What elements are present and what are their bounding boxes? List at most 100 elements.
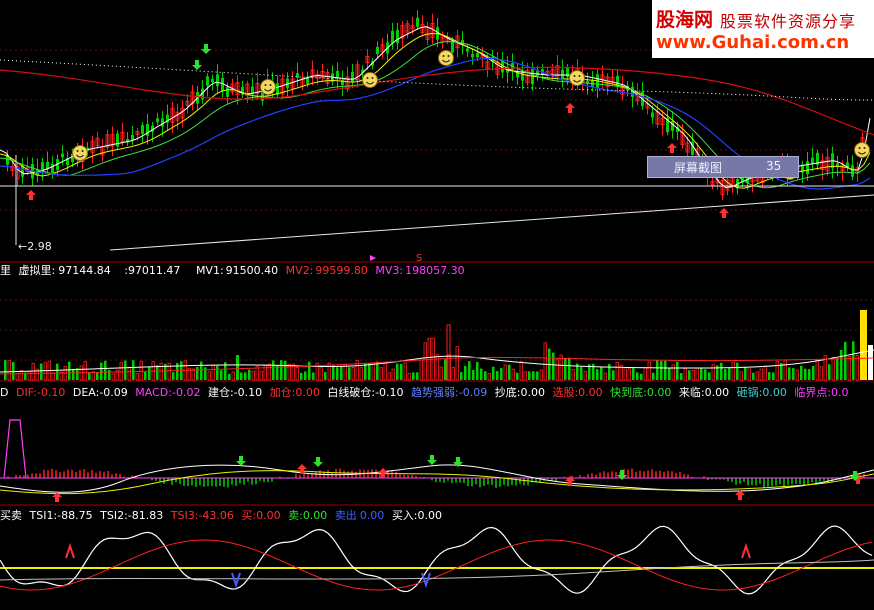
volume-bar	[492, 366, 495, 380]
mv2-label: MV2:	[285, 264, 314, 277]
watermark-banner: 股海网 股票软件资源分享 www.Guhai.com.cn	[652, 0, 874, 58]
sell-signal-icon	[421, 572, 431, 589]
smiley-face-icon	[362, 72, 378, 88]
tsi2-label: TSI2:	[100, 509, 128, 522]
volume-bar	[627, 368, 631, 381]
volume-bar	[139, 360, 143, 381]
smiley-face-icon	[854, 142, 870, 158]
volume-bar	[104, 360, 107, 380]
smiley-eye	[442, 55, 445, 57]
volume-bar	[772, 372, 775, 380]
volume-bar	[792, 368, 795, 380]
volume-bar	[664, 360, 667, 380]
volume-bar	[324, 372, 327, 380]
volume-bar	[783, 359, 787, 381]
volume-bar	[351, 367, 355, 381]
volume-bar	[623, 368, 627, 381]
candle-body	[471, 54, 474, 58]
volume-bar	[419, 359, 423, 381]
vol-prefix: 里	[0, 264, 11, 277]
candle-body	[226, 87, 229, 97]
volume-bar	[40, 363, 43, 380]
mv2-value: 99599.80	[315, 264, 368, 277]
volume-bar	[652, 372, 655, 380]
virtual-value: 97144.84	[58, 264, 111, 277]
volume-bar	[532, 371, 535, 380]
candle-body	[206, 76, 209, 86]
volume-bar	[484, 371, 487, 380]
volume-bar	[416, 372, 419, 380]
watermark-url: www.Guhai.com.cn	[656, 32, 850, 53]
volume-bar	[196, 366, 199, 380]
ljd-label: 临界点:	[794, 386, 832, 399]
volume-bar	[775, 360, 779, 381]
volume-bar	[688, 370, 691, 380]
candle-body	[51, 164, 54, 173]
volume-bar	[12, 362, 15, 380]
down-arrow-icon	[427, 455, 437, 465]
candle-body	[161, 118, 164, 127]
volume-bar	[124, 360, 127, 380]
volume-bar	[508, 364, 511, 380]
dif-value: -0.10	[36, 386, 66, 399]
cd-label: 抄底:	[494, 386, 521, 399]
volume-bar	[336, 367, 339, 380]
down-arrow-icon	[192, 60, 202, 70]
volume-bar	[516, 372, 519, 380]
volume-bar	[747, 368, 751, 381]
sell-value: 0.00	[302, 509, 328, 522]
dea-label: DEA:	[72, 386, 100, 399]
down-arrow-icon	[313, 457, 323, 467]
volume-bar	[840, 349, 843, 380]
mv1-label: MV1:	[195, 264, 224, 277]
volume-bar	[571, 369, 575, 381]
watermark-site-name: 股海网	[656, 9, 714, 31]
volume-bar	[156, 365, 159, 380]
bx-value: -0.10	[375, 386, 404, 399]
vol-ma-white	[0, 349, 874, 373]
smiley-eye	[366, 77, 369, 79]
volume-bar	[295, 366, 299, 381]
watermark-slogan: 股票软件资源分享	[720, 12, 857, 31]
volume-bar	[680, 373, 683, 380]
volume-bar	[412, 372, 415, 380]
volume-bar	[647, 361, 651, 381]
jc-value: -0.10	[233, 386, 263, 399]
volume-bar	[251, 370, 255, 381]
volume-bar	[800, 365, 803, 380]
volume-bar	[228, 373, 231, 380]
volume-bar	[668, 368, 671, 380]
tsi1-value: -88.75	[57, 509, 93, 522]
dif-label: DIF:	[15, 386, 37, 399]
candle-body	[806, 161, 809, 175]
volume-bar	[543, 342, 547, 381]
volume-bar	[100, 362, 103, 380]
volume-bar	[739, 371, 743, 381]
volume-bar	[135, 373, 139, 381]
up-arrow-icon	[26, 190, 36, 200]
volume-bar	[451, 366, 455, 381]
down-arrow-icon	[236, 456, 246, 466]
volume-bar	[236, 355, 239, 380]
volume-bar	[852, 341, 855, 380]
volume-bar	[7, 360, 11, 381]
screenshot-value: 35	[766, 159, 782, 173]
magenta-signal-line	[3, 419, 27, 479]
volume-bar	[676, 361, 679, 380]
volume-bar	[612, 370, 615, 380]
trend-line	[109, 194, 874, 251]
volume-bar	[596, 369, 599, 380]
volume-bar	[691, 369, 695, 381]
volume-bar	[660, 360, 663, 380]
tsi3-value: -43.06	[198, 509, 234, 522]
volume-bar	[632, 368, 635, 380]
volume-bar	[439, 366, 443, 381]
volume-bar	[396, 363, 399, 380]
kd-label: 快到底:	[610, 386, 647, 399]
volume-bar	[828, 364, 831, 380]
volume-bar	[4, 360, 7, 380]
smiley-eye	[371, 77, 374, 79]
triangle-marker-icon	[370, 255, 376, 261]
volume-bar	[656, 360, 659, 380]
screenshot-tooltip[interactable]: 屏幕截图 35	[647, 156, 799, 178]
